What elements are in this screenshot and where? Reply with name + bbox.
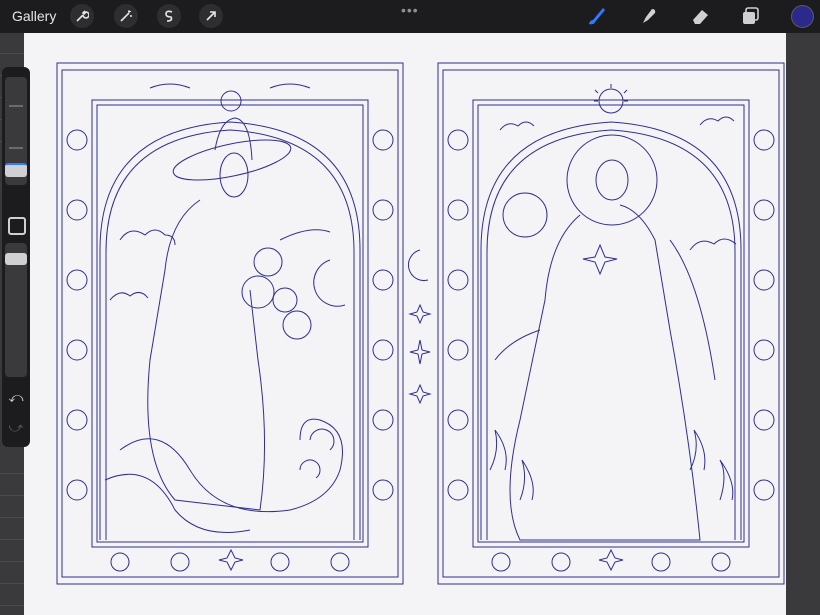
eraser-icon[interactable] (688, 5, 712, 27)
redo-icon[interactable]: ⤻ (8, 419, 24, 435)
opacity-thumb[interactable] (5, 253, 27, 265)
layers-icon[interactable] (739, 5, 763, 27)
transform-arrow-icon[interactable] (199, 4, 223, 28)
slider-tick (9, 105, 23, 107)
more-options-button[interactable]: ••• (401, 2, 419, 18)
smudge-icon[interactable] (636, 5, 660, 27)
gallery-button[interactable]: Gallery (12, 8, 56, 24)
wrench-icon[interactable] (70, 4, 94, 28)
tarot-sketch-artwork (56, 62, 785, 585)
sidebar: ⤺ ⤻ (2, 67, 30, 447)
selection-icon[interactable] (157, 4, 181, 28)
color-picker-button[interactable] (791, 5, 814, 28)
undo-icon[interactable]: ⤺ (8, 389, 24, 405)
magic-wand-icon[interactable] (114, 4, 138, 28)
brush-size-slider[interactable] (5, 77, 27, 185)
drawing-canvas[interactable] (24, 33, 786, 615)
opacity-slider[interactable] (5, 243, 27, 377)
brush-size-thumb[interactable] (5, 163, 27, 177)
modify-button[interactable] (8, 217, 26, 235)
slider-tick (9, 147, 23, 149)
top-toolbar: Gallery ••• (0, 0, 820, 33)
brush-icon[interactable] (584, 5, 608, 27)
